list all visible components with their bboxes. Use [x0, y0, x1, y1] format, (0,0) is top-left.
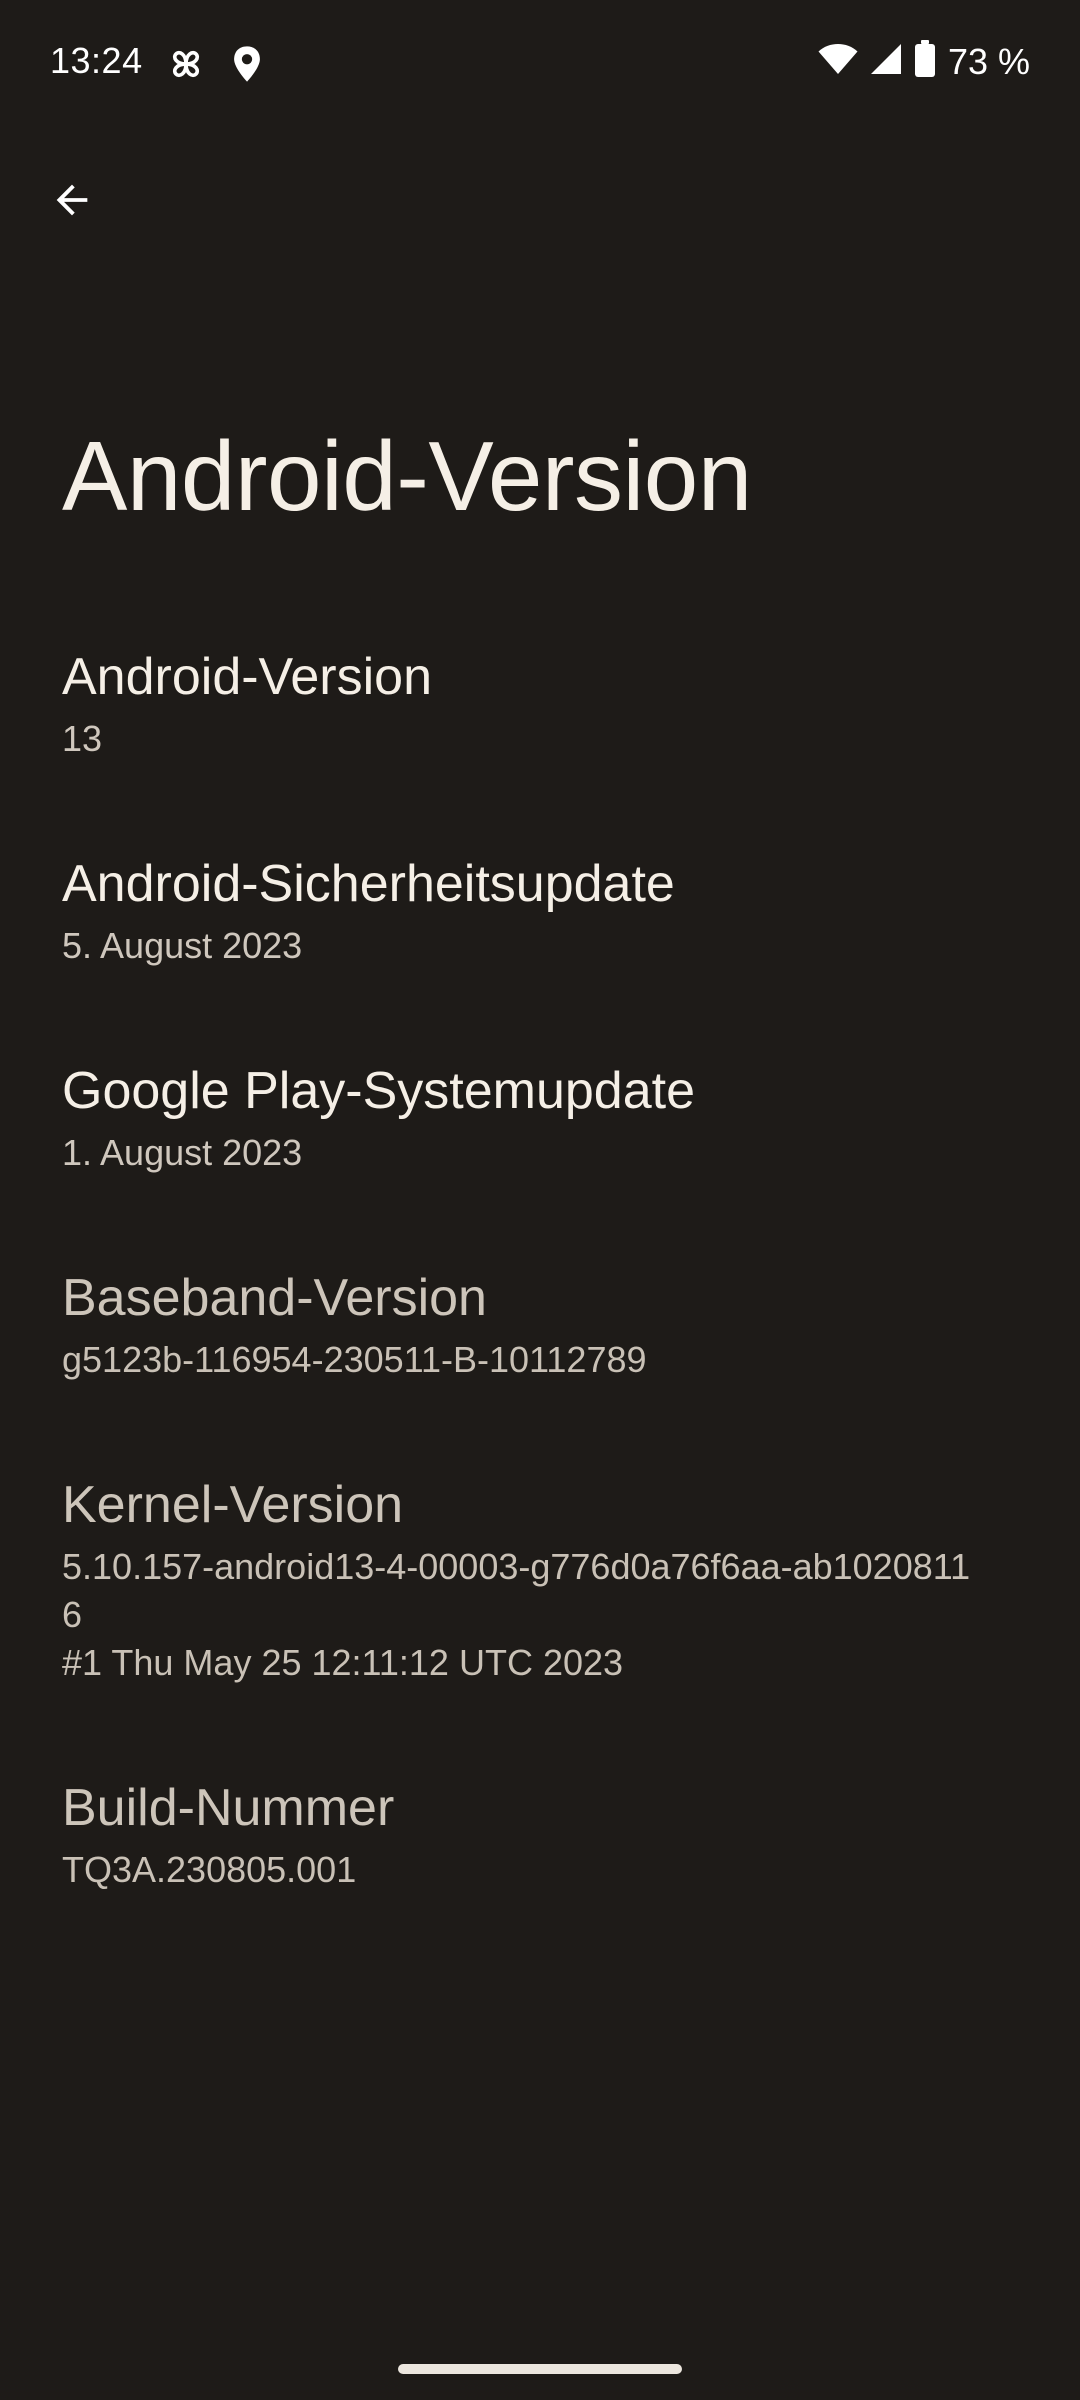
preference-list: Android-Version 13 Android-Sicherheitsup…	[0, 600, 1080, 1938]
pref-title: Kernel-Version	[62, 1476, 404, 1534]
pref-summary: TQ3A.230805.001	[62, 1849, 357, 1890]
status-bar: 13:24 73 %	[0, 0, 1080, 130]
status-time: 13:24	[50, 40, 143, 81]
battery-percentage: 73 %	[947, 40, 1030, 82]
pref-summary: 5. August 2023	[62, 925, 303, 966]
pref-title: Android-Sicherheitsupdate	[62, 855, 675, 913]
arrow-back-icon	[49, 177, 95, 228]
pref-title: Android-Version	[62, 648, 432, 706]
page-title: Android-Version	[62, 421, 752, 531]
pref-summary: 5.10.157-android13-4-00003-g776d0a76f6aa…	[62, 1546, 971, 1683]
pinwheel-icon	[166, 44, 206, 89]
status-left-icons	[166, 44, 264, 89]
pref-baseband-version[interactable]: Baseband-Version g5123b-116954-230511-B-…	[0, 1221, 1080, 1428]
cell-signal-icon	[870, 43, 902, 80]
pref-summary: g5123b-116954-230511-B-10112789	[62, 1339, 647, 1380]
pref-kernel-version[interactable]: Kernel-Version 5.10.157-android13-4-0000…	[0, 1428, 1080, 1731]
pref-android-version[interactable]: Android-Version 13	[0, 600, 1080, 807]
pref-security-update[interactable]: Android-Sicherheitsupdate 5. August 2023	[0, 807, 1080, 1014]
back-button[interactable]	[36, 166, 108, 238]
location-icon	[230, 45, 264, 88]
pref-title: Google Play-Systemupdate	[62, 1062, 696, 1120]
pref-title: Build-Nummer	[62, 1779, 395, 1837]
pref-summary: 1. August 2023	[62, 1132, 303, 1173]
pref-build-number[interactable]: Build-Nummer TQ3A.230805.001	[0, 1731, 1080, 1938]
battery-icon	[914, 40, 936, 83]
status-right: 73 %	[818, 40, 1030, 83]
pref-summary: 13	[62, 718, 103, 759]
gesture-nav-handle[interactable]	[398, 2364, 682, 2374]
wifi-icon	[818, 43, 858, 80]
pref-title: Baseband-Version	[62, 1269, 487, 1327]
pref-play-system-update[interactable]: Google Play-Systemupdate 1. August 2023	[0, 1014, 1080, 1221]
